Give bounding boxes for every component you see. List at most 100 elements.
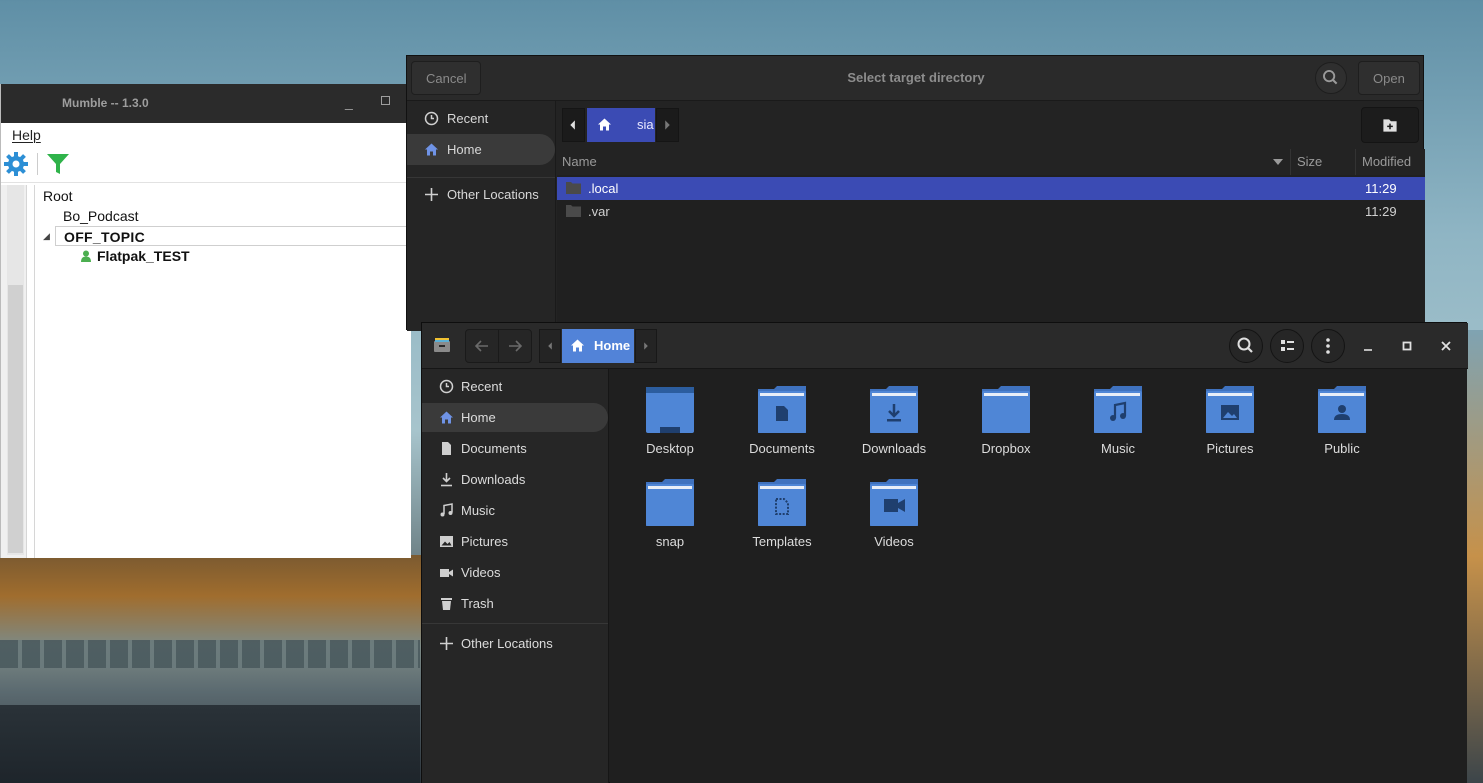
sidebar-item-label: Recent: [461, 379, 503, 394]
mumble-log-panel: [1, 185, 27, 558]
minimize-icon[interactable]: _: [345, 94, 353, 110]
mumble-menubar: Help: [1, 123, 410, 147]
file-row[interactable]: .var 11:29: [557, 200, 1425, 223]
sidebar-item-label: Trash: [461, 596, 494, 611]
column-name[interactable]: Name: [562, 154, 597, 169]
folder-item-downloads[interactable]: Downloads: [844, 385, 944, 456]
files-icon-grid: Desktop Documents Downloads Dropbox Musi…: [610, 369, 1467, 783]
menu-help[interactable]: Help: [12, 127, 41, 143]
folder-label: Videos: [874, 534, 914, 549]
minimize-icon[interactable]: [1358, 336, 1378, 356]
search-icon: [1237, 337, 1253, 353]
back-button[interactable]: [465, 329, 499, 363]
channel-bo-podcast[interactable]: Bo_Podcast: [63, 208, 139, 224]
search-icon[interactable]: [1315, 62, 1347, 94]
sidebar-item-videos[interactable]: Videos: [422, 558, 608, 587]
column-separator: [1355, 149, 1356, 175]
channel-off-topic[interactable]: OFF_TOPIC: [55, 226, 415, 246]
sidebar-item-documents[interactable]: Documents: [422, 434, 608, 463]
file-list-header: Name Size Modified: [557, 149, 1425, 175]
user-talking-icon: [81, 250, 91, 262]
trash-icon: [441, 598, 452, 610]
arrow-left-icon: [474, 340, 488, 352]
folder-item-dropbox[interactable]: Dropbox: [956, 385, 1056, 456]
sidebar-item-pictures[interactable]: Pictures: [422, 527, 608, 556]
folder-icon: [566, 205, 581, 217]
folder-item-videos[interactable]: Videos: [844, 478, 944, 549]
sidebar-item-label: Other Locations: [447, 187, 539, 202]
column-size[interactable]: Size: [1297, 154, 1322, 169]
folder-item-pictures[interactable]: Pictures: [1180, 385, 1280, 456]
user-flatpak-test[interactable]: Flatpak_TEST: [81, 248, 190, 264]
sidebar-item-home[interactable]: Home: [407, 134, 555, 165]
gear-icon[interactable]: [3, 151, 29, 177]
folder-label: Pictures: [1206, 441, 1254, 456]
folder-label: Downloads: [861, 441, 927, 456]
folder-icon: [566, 182, 581, 194]
sidebar-item-trash[interactable]: Trash: [422, 589, 608, 618]
dialog-title: Select target directory: [847, 70, 985, 85]
downloads-folder-icon: [870, 386, 918, 433]
folder-label: snap: [655, 534, 685, 549]
home-icon: [571, 339, 584, 352]
folder-icon: [646, 479, 694, 526]
path-right-arrow-icon[interactable]: [656, 108, 679, 142]
arrow-right-icon: [509, 340, 523, 352]
file-list: Name Size Modified .local 11:29 .var 11:…: [557, 149, 1425, 331]
close-icon[interactable]: [1436, 336, 1456, 356]
sidebar-item-recent[interactable]: Recent: [422, 372, 608, 401]
mumble-toolbar: [1, 147, 410, 183]
music-folder-icon: [1094, 386, 1142, 433]
sidebar-item-recent[interactable]: Recent: [407, 103, 555, 134]
column-modified[interactable]: Modified: [1362, 154, 1411, 169]
sidebar-item-home[interactable]: Home: [422, 403, 608, 432]
path-right-arrow-icon[interactable]: [635, 329, 657, 363]
plus-icon: [440, 637, 453, 650]
channel-root[interactable]: Root: [43, 188, 73, 204]
path-home-button[interactable]: Home: [562, 329, 634, 363]
user-name: Flatpak_TEST: [97, 248, 190, 264]
forward-button[interactable]: [498, 329, 532, 363]
sort-down-icon[interactable]: [1273, 158, 1283, 166]
mumble-titlebar[interactable]: Mumble -- 1.3.0 _: [1, 84, 410, 123]
maximize-icon[interactable]: [1397, 336, 1417, 356]
select-directory-dialog: Cancel Select target directory Open Rece…: [406, 55, 1425, 331]
open-button[interactable]: Open: [1358, 61, 1420, 95]
menu-button[interactable]: [1311, 329, 1345, 363]
sidebar-item-label: Home: [447, 142, 482, 157]
sidebar-item-other-locations[interactable]: Other Locations: [407, 179, 555, 210]
maximize-icon[interactable]: [381, 96, 390, 105]
folder-item-documents[interactable]: Documents: [732, 385, 832, 456]
files-sidebar: Recent Home Documents Downloads Music Pi…: [422, 369, 609, 783]
folder-item-templates[interactable]: Templates: [732, 478, 832, 549]
documents-folder-icon: [758, 386, 806, 433]
file-name: .var: [588, 204, 610, 219]
sidebar-item-music[interactable]: Music: [422, 496, 608, 525]
folder-item-music[interactable]: Music: [1068, 385, 1168, 456]
path-left-arrow-icon[interactable]: [539, 329, 561, 363]
path-left-arrow-icon[interactable]: [562, 108, 585, 142]
path-home-button[interactable]: sia: [587, 108, 655, 142]
folder-item-snap[interactable]: snap: [620, 478, 720, 549]
filter-icon[interactable]: [45, 151, 71, 177]
search-button[interactable]: [1229, 329, 1263, 363]
path-current-label: Home: [594, 338, 631, 353]
sidebar-item-label: Recent: [447, 111, 489, 126]
folder-item-public[interactable]: Public: [1292, 385, 1392, 456]
sidebar-item-other-locations[interactable]: Other Locations: [422, 629, 608, 658]
dialog-sidebar: Recent Home Other Locations: [407, 101, 556, 331]
clock-icon: [439, 379, 454, 394]
new-folder-icon[interactable]: [1361, 107, 1419, 143]
scrollbar-thumb[interactable]: [8, 285, 23, 553]
music-icon: [440, 503, 453, 517]
toolbar-separator: [37, 153, 38, 175]
files-window: Home Recent Home Documents Downloads Mus…: [421, 322, 1468, 783]
folder-item-desktop[interactable]: Desktop: [620, 385, 720, 456]
sidebar-item-label: Videos: [461, 565, 501, 580]
expand-arrow-icon[interactable]: ◢: [43, 231, 50, 242]
clock-icon: [424, 111, 439, 126]
sidebar-item-downloads[interactable]: Downloads: [422, 465, 608, 494]
view-toggle-button[interactable]: [1270, 329, 1304, 363]
file-row[interactable]: .local 11:29: [557, 177, 1425, 200]
files-headerbar[interactable]: Home: [422, 323, 1468, 369]
